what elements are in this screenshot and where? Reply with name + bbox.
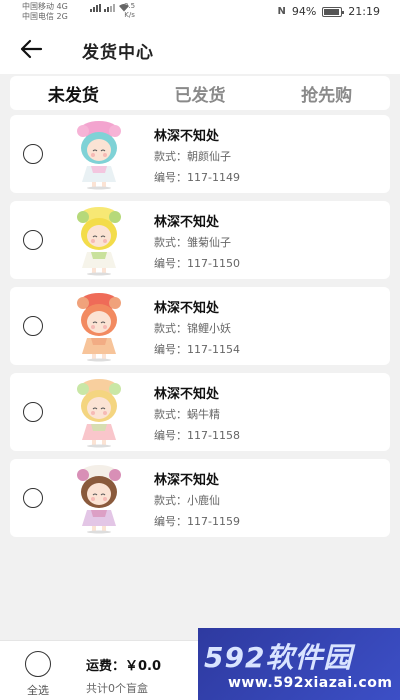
network-speed: 3.5 K/s (124, 2, 135, 20)
figure-thumbnail (77, 465, 121, 534)
order-info: 林深不知处 款式：锦鲤小妖 编号：117-1154 (154, 297, 240, 359)
nfc-icon: N (277, 6, 286, 17)
shop-name: 林深不知处 (154, 129, 220, 144)
figure-thumbnail (77, 379, 121, 448)
code-text: 编号：117-1149 (154, 171, 240, 184)
order-card[interactable]: 林深不知处 款式：蜗牛精 编号：117-1158 (10, 373, 390, 451)
style-text: 款式：小鹿仙 (154, 494, 220, 507)
shop-name: 林深不知处 (154, 301, 220, 316)
network-speed-unit: K/s (124, 11, 135, 19)
carrier-1-network: 4G (56, 2, 68, 11)
network-speed-value: 3.5 (124, 2, 136, 10)
select-all-label: 全选 (27, 684, 49, 697)
order-info: 林深不知处 款式：雏菊仙子 编号：117-1150 (154, 211, 240, 273)
page-title: 发货中心 (82, 43, 154, 63)
code-text: 编号：117-1154 (154, 343, 240, 356)
carrier-1-name: 中国移动 (22, 2, 54, 11)
status-right: N 94% 21:19 (277, 5, 380, 18)
back-button[interactable] (18, 36, 46, 62)
order-info: 林深不知处 款式：蜗牛精 编号：117-1158 (154, 383, 240, 445)
order-select-radio[interactable] (23, 402, 43, 422)
order-select-radio[interactable] (23, 316, 43, 336)
site-watermark: 592软件园 www.592xiazai.com (198, 628, 400, 700)
figure-thumbnail (77, 293, 121, 362)
shop-name: 林深不知处 (154, 387, 220, 402)
order-card[interactable]: 林深不知处 款式：锦鲤小妖 编号：117-1154 (10, 287, 390, 365)
tab-unshipped[interactable]: 未发货 (10, 81, 137, 106)
signal-icon (90, 3, 101, 12)
clock: 21:19 (348, 5, 380, 18)
shop-name: 林深不知处 (154, 473, 220, 488)
carrier-info: 中国移动 4G 中国电信 2G (22, 2, 68, 22)
select-all-button[interactable]: 全选 (22, 651, 54, 698)
order-select-radio[interactable] (23, 230, 43, 250)
order-card[interactable]: 林深不知处 款式：小鹿仙 编号：117-1159 (10, 459, 390, 537)
order-info: 林深不知处 款式：朝颜仙子 编号：117-1149 (154, 125, 240, 187)
battery-icon (322, 6, 345, 17)
style-text: 款式：锦鲤小妖 (154, 322, 231, 335)
style-text: 款式：朝颜仙子 (154, 150, 231, 163)
select-all-radio-icon (25, 651, 51, 677)
order-card[interactable]: 林深不知处 款式：朝颜仙子 编号：117-1149 (10, 115, 390, 193)
code-text: 编号：117-1158 (154, 429, 240, 442)
box-count: 共计0个盲盒 (86, 682, 148, 695)
carrier-2-network: 2G (56, 12, 68, 21)
status-bar: 中国移动 4G 中国电信 2G 3.5 K/s N 94% 21:19 (0, 0, 400, 24)
tab-shipped[interactable]: 已发货 (137, 81, 264, 106)
shop-name: 林深不知处 (154, 215, 220, 230)
signal-icon-2 (104, 3, 115, 12)
figure-thumbnail (77, 207, 121, 276)
battery-percent: 94% (291, 5, 317, 18)
order-card[interactable]: 林深不知处 款式：雏菊仙子 编号：117-1150 (10, 201, 390, 279)
order-select-radio[interactable] (23, 488, 43, 508)
arrow-left-icon (20, 39, 43, 59)
order-select-radio[interactable] (23, 144, 43, 164)
style-text: 款式：蜗牛精 (154, 408, 220, 421)
tab-bar: 未发货 已发货 抢先购 (10, 76, 390, 110)
order-list: 林深不知处 款式：朝颜仙子 编号：117-1149 林深不知处 款式：雏菊仙子 … (10, 115, 390, 545)
style-text: 款式：雏菊仙子 (154, 236, 231, 249)
code-text: 编号：117-1159 (154, 515, 240, 528)
code-text: 编号：117-1150 (154, 257, 240, 270)
shipping-fee: 运费：￥0.0 (86, 659, 162, 674)
app-header: 发货中心 (0, 24, 400, 74)
order-info: 林深不知处 款式：小鹿仙 编号：117-1159 (154, 469, 240, 531)
watermark-url: www.592xiazai.com (228, 675, 393, 691)
tab-presale[interactable]: 抢先购 (263, 81, 390, 106)
watermark-logo-text: 592软件园 (204, 641, 353, 674)
carrier-2-name: 中国电信 (22, 12, 54, 21)
battery-fill (324, 8, 340, 15)
figure-thumbnail (77, 121, 121, 190)
